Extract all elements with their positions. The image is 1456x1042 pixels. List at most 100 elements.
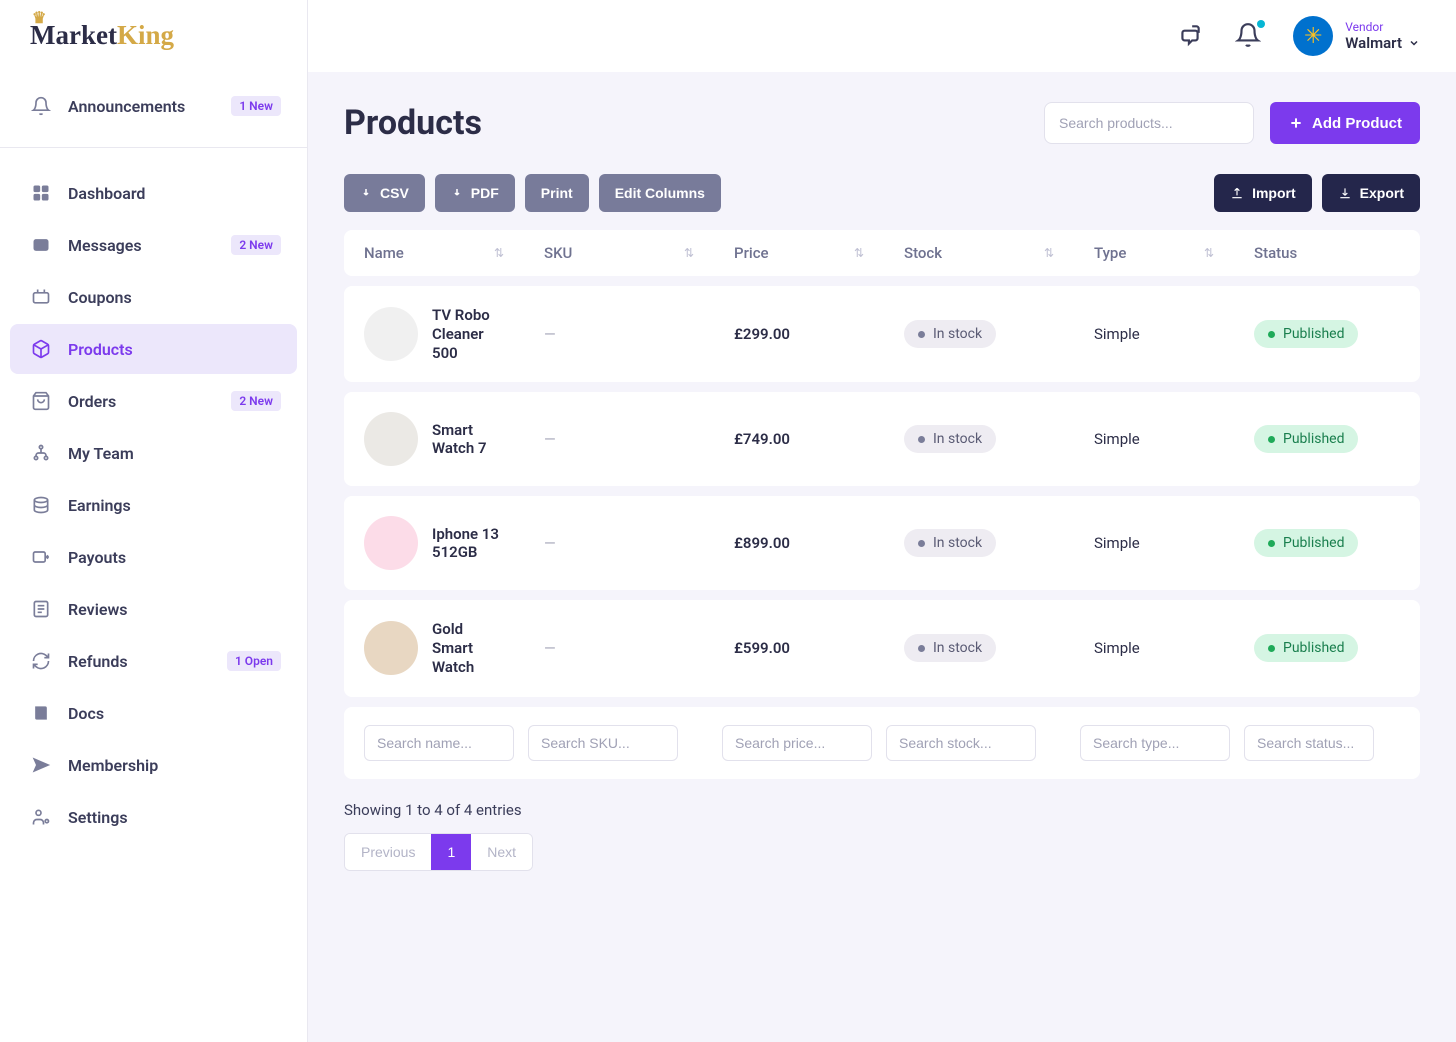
column-header-status[interactable]: Status: [1234, 244, 1364, 262]
sidebar-item-products[interactable]: Products: [10, 324, 297, 374]
sidebar-item-messages[interactable]: Messages 2 New: [10, 220, 297, 270]
message-icon: [30, 234, 52, 256]
column-header-stock[interactable]: Stock ⇅: [884, 244, 1074, 262]
button-label: Add Product: [1312, 115, 1402, 132]
column-label: Name: [364, 244, 404, 262]
coupon-icon: [30, 286, 52, 308]
sort-icon: ⇅: [1044, 246, 1054, 260]
table-row[interactable]: Gold Smart Watch — £599.00 In stock Simp…: [344, 600, 1420, 696]
sidebar-item-earnings[interactable]: Earnings: [10, 480, 297, 530]
stock-dot-icon: [918, 436, 925, 443]
pager-prev-button[interactable]: Previous: [345, 834, 431, 870]
export-csv-button[interactable]: CSV: [344, 174, 425, 212]
filter-type-input[interactable]: [1080, 725, 1230, 761]
pager-page-1-button[interactable]: 1: [431, 834, 471, 870]
stock-pill: In stock: [904, 425, 996, 453]
sidebar-item-announcements[interactable]: Announcements 1 New: [10, 81, 297, 131]
pager-next-button[interactable]: Next: [471, 834, 532, 870]
table-row[interactable]: TV Robo Cleaner 500 — £299.00 In stock S…: [344, 286, 1420, 382]
product-name: Gold Smart Watch: [432, 620, 504, 676]
vendor-switcher[interactable]: ✳ Vendor Walmart: [1293, 16, 1420, 56]
price-value: £749.00: [734, 430, 790, 448]
button-label: Print: [541, 185, 573, 201]
chat-icon[interactable]: [1177, 22, 1205, 50]
refresh-icon: [30, 650, 52, 672]
sidebar-item-dashboard[interactable]: Dashboard: [10, 168, 297, 218]
column-header-sku[interactable]: SKU ⇅: [524, 244, 714, 262]
status-pill: Published: [1254, 425, 1358, 453]
table-row[interactable]: Smart Watch 7 — £749.00 In stock Simple …: [344, 392, 1420, 486]
sidebar-item-reviews[interactable]: Reviews: [10, 584, 297, 634]
stock-pill: In stock: [904, 320, 996, 348]
sidebar-label: My Team: [68, 444, 134, 463]
button-label: CSV: [380, 185, 409, 201]
package-icon: [30, 338, 52, 360]
sidebar-badge: 1 New: [231, 96, 281, 116]
column-header-type[interactable]: Type ⇅: [1074, 244, 1234, 262]
sidebar-item-team[interactable]: My Team: [10, 428, 297, 478]
notifications-icon[interactable]: [1235, 22, 1263, 50]
sidebar-item-payouts[interactable]: Payouts: [10, 532, 297, 582]
filter-stock-input[interactable]: [886, 725, 1036, 761]
grid-icon: [30, 182, 52, 204]
vendor-name: Walmart: [1345, 34, 1402, 52]
search-box[interactable]: [1044, 102, 1254, 144]
sku-value: —: [544, 639, 556, 657]
product-name: TV Robo Cleaner 500: [432, 306, 504, 362]
price-value: £899.00: [734, 534, 790, 552]
pager: Previous 1 Next: [344, 833, 533, 871]
status-label: Published: [1283, 640, 1344, 656]
export-button[interactable]: Export: [1322, 174, 1420, 212]
print-button[interactable]: Print: [525, 174, 589, 212]
sidebar-badge: 2 New: [231, 235, 281, 255]
filter-status-input[interactable]: [1244, 725, 1374, 761]
type-value: Simple: [1094, 639, 1140, 657]
column-header-price[interactable]: Price ⇅: [714, 244, 884, 262]
button-label: PDF: [471, 185, 499, 201]
sidebar-badge: 2 New: [231, 391, 281, 411]
sidebar-item-coupons[interactable]: Coupons: [10, 272, 297, 322]
bell-icon: [30, 95, 52, 117]
filter-sku-input[interactable]: [528, 725, 678, 761]
vendor-avatar-icon: ✳: [1293, 16, 1333, 56]
topbar: ✳ Vendor Walmart: [308, 0, 1456, 72]
product-thumbnail: [364, 412, 418, 466]
search-input[interactable]: [1059, 115, 1240, 131]
download-icon: [451, 187, 463, 199]
logo: ♛ MarketKing: [0, 0, 307, 69]
stock-pill: In stock: [904, 634, 996, 662]
edit-columns-button[interactable]: Edit Columns: [599, 174, 721, 212]
import-button[interactable]: Import: [1214, 174, 1312, 212]
product-name: Iphone 13 512GB: [432, 525, 504, 563]
button-label: Export: [1360, 185, 1404, 201]
sidebar-item-membership[interactable]: Membership: [10, 740, 297, 790]
filter-name-input[interactable]: [364, 725, 514, 761]
sidebar-item-refunds[interactable]: Refunds 1 Open: [10, 636, 297, 686]
sku-value: —: [544, 534, 556, 552]
column-header-name[interactable]: Name ⇅: [344, 244, 524, 262]
sidebar-item-orders[interactable]: Orders 2 New: [10, 376, 297, 426]
column-label: SKU: [544, 244, 572, 262]
status-dot-icon: [1268, 645, 1275, 652]
status-pill: Published: [1254, 634, 1358, 662]
sidebar-item-docs[interactable]: Docs: [10, 688, 297, 738]
button-label: Edit Columns: [615, 185, 705, 201]
sidebar-label: Orders: [68, 392, 116, 411]
sidebar-item-settings[interactable]: Settings: [10, 792, 297, 842]
sort-icon: ⇅: [494, 246, 504, 260]
status-label: Published: [1283, 431, 1344, 447]
table-row[interactable]: Iphone 13 512GB — £899.00 In stock Simpl…: [344, 496, 1420, 590]
add-product-button[interactable]: Add Product: [1270, 102, 1420, 144]
coins-icon: [30, 494, 52, 516]
export-pdf-button[interactable]: PDF: [435, 174, 515, 212]
vendor-role: Vendor: [1345, 20, 1420, 34]
column-label: Type: [1094, 244, 1126, 262]
sort-icon: ⇅: [1204, 246, 1214, 260]
sku-value: —: [544, 430, 556, 448]
page-title: Products: [344, 103, 482, 143]
filter-price-input[interactable]: [722, 725, 872, 761]
brand-post: King: [117, 20, 174, 50]
plus-icon: [1288, 115, 1304, 131]
status-dot-icon: [1268, 436, 1275, 443]
sidebar-label: Refunds: [68, 652, 128, 671]
